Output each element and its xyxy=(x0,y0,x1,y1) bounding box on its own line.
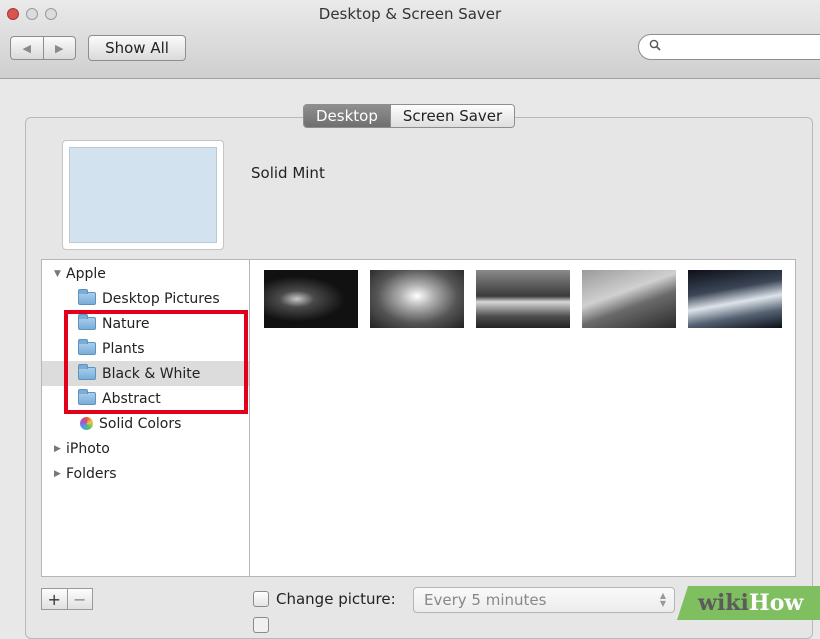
back-arrow-icon: ◀ xyxy=(22,41,31,55)
preview-swatch xyxy=(69,147,217,243)
sidebar-item-label: Solid Colors xyxy=(99,415,182,432)
desktop-preview xyxy=(62,140,224,250)
highlight-box xyxy=(64,310,248,414)
sidebar-item-label: Desktop Pictures xyxy=(102,290,220,307)
tab-desktop[interactable]: Desktop xyxy=(304,105,390,127)
disclosure-expanded-icon[interactable]: ▼ xyxy=(54,269,66,279)
sidebar-group-label: Folders xyxy=(66,465,117,482)
disclosure-collapsed-icon[interactable]: ▶ xyxy=(54,444,66,454)
lightning-photo-thumbnail[interactable] xyxy=(264,270,358,328)
wikihow-watermark: wikiHow xyxy=(698,590,804,616)
tab-control: Desktop Screen Saver xyxy=(303,104,516,128)
sidebar-group-folders[interactable]: ▶ Folders xyxy=(42,461,261,486)
add-folder-button[interactable]: + xyxy=(42,589,67,609)
change-picture-checkbox[interactable] xyxy=(253,591,269,607)
forward-arrow-icon: ▶ xyxy=(55,41,64,55)
change-picture-label: Change picture: xyxy=(276,590,396,608)
disclosure-collapsed-icon[interactable]: ▶ xyxy=(54,469,66,479)
add-remove-control: + − xyxy=(41,588,93,610)
select-arrows-icon: ▲ ▼ xyxy=(659,591,666,608)
window-toolbar: Desktop & Screen Saver ◀ ▶ Show All xyxy=(0,0,820,79)
search-input[interactable] xyxy=(638,34,820,60)
sidebar-group-apple[interactable]: ▼ Apple xyxy=(42,261,261,286)
clouds-photo-thumbnail[interactable] xyxy=(370,270,464,328)
search-icon xyxy=(649,39,661,54)
back-button[interactable]: ◀ xyxy=(11,37,43,59)
sidebar-group-label: iPhoto xyxy=(66,440,110,457)
window-title: Desktop & Screen Saver xyxy=(318,5,502,23)
tab-screen-saver[interactable]: Screen Saver xyxy=(389,105,515,127)
interval-select[interactable]: Every 5 minutes ▲ ▼ xyxy=(413,587,675,613)
sidebar-group-label: Apple xyxy=(66,265,106,282)
random-order-checkbox[interactable] xyxy=(253,617,269,633)
picture-grid xyxy=(249,259,796,577)
lake-photo-thumbnail[interactable] xyxy=(476,270,570,328)
show-all-button[interactable]: Show All xyxy=(88,35,186,61)
color-wheel-icon xyxy=(80,417,93,430)
forward-button[interactable]: ▶ xyxy=(42,37,76,59)
waves-photo-thumbnail[interactable] xyxy=(688,270,782,328)
preview-name: Solid Mint xyxy=(251,164,325,182)
remove-folder-button[interactable]: − xyxy=(66,589,93,609)
back-forward-control: ◀ ▶ xyxy=(10,36,76,60)
folder-icon xyxy=(78,289,96,305)
rocks-photo-thumbnail[interactable] xyxy=(582,270,676,328)
sidebar-group-iphoto[interactable]: ▶ iPhoto xyxy=(42,436,261,461)
source-list[interactable]: ▼ Apple Desktop Pictures Nature Plants B… xyxy=(41,259,250,577)
interval-value: Every 5 minutes xyxy=(424,591,547,609)
